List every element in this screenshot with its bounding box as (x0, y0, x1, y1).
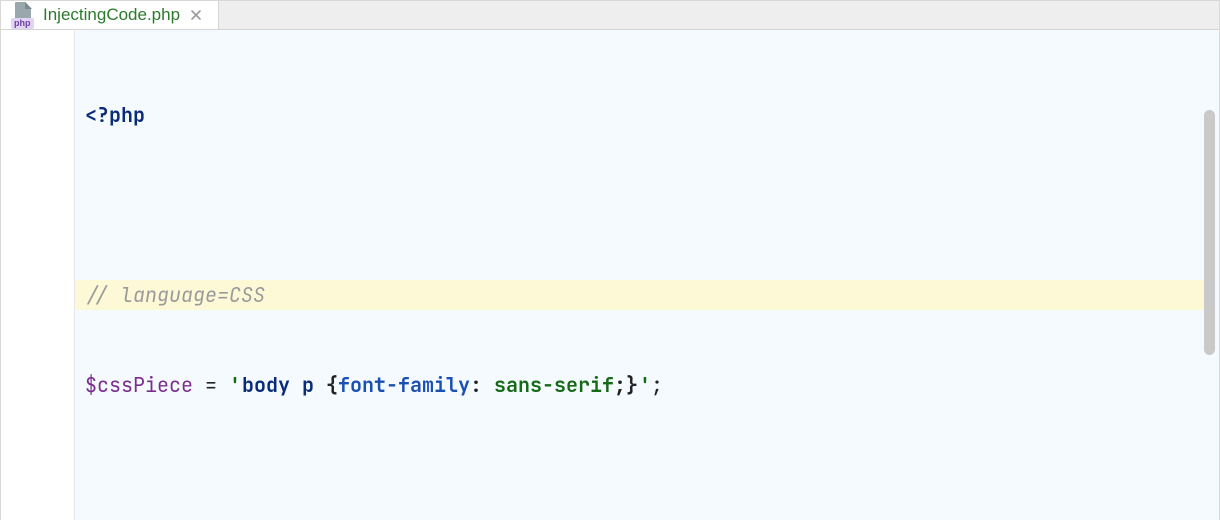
code-line-blank (85, 190, 1209, 220)
editor-gutter[interactable] (1, 30, 75, 520)
php-file-icon: php (11, 1, 35, 29)
css-property: font-family (338, 372, 470, 398)
ide-window: php InjectingCode.php <?php // language=… (0, 0, 1220, 520)
css-brace-close: } (626, 372, 638, 398)
css-value: sans-serif (494, 372, 614, 398)
css-brace-open: { (326, 372, 338, 398)
css-semicolon: ; (614, 372, 626, 398)
string-open-quote: ' (229, 370, 241, 400)
css-colon: : (470, 372, 494, 398)
code-line-highlighted: // language=CSS (75, 280, 1209, 310)
php-open-tag: <?php (85, 100, 145, 130)
filetype-badge: php (11, 18, 34, 29)
string-close-quote: ' (639, 370, 651, 400)
editor-tab-bar: php InjectingCode.php (1, 1, 1219, 30)
css-selector: body p (242, 372, 326, 398)
assignment-operator: = (193, 370, 229, 400)
close-icon-svg (190, 9, 202, 21)
editor-tab-injecting-code[interactable]: php InjectingCode.php (1, 1, 219, 29)
variable-csspiece: $cssPiece (85, 370, 193, 400)
code-line: <?php (85, 100, 1209, 130)
tab-title: InjectingCode.php (43, 5, 180, 25)
statement-terminator: ; (651, 370, 663, 400)
close-icon[interactable] (188, 7, 204, 23)
editor-area: <?php // language=CSS $cssPiece = 'body … (1, 30, 1219, 520)
vertical-scrollbar-thumb[interactable] (1204, 110, 1215, 355)
code-editor[interactable]: <?php // language=CSS $cssPiece = 'body … (75, 30, 1219, 520)
code-line: $cssPiece = 'body p {font-family: sans-s… (85, 370, 1209, 400)
comment-language-injection: // language=CSS (85, 280, 265, 310)
inspection-ok-icon[interactable] (1185, 40, 1207, 60)
